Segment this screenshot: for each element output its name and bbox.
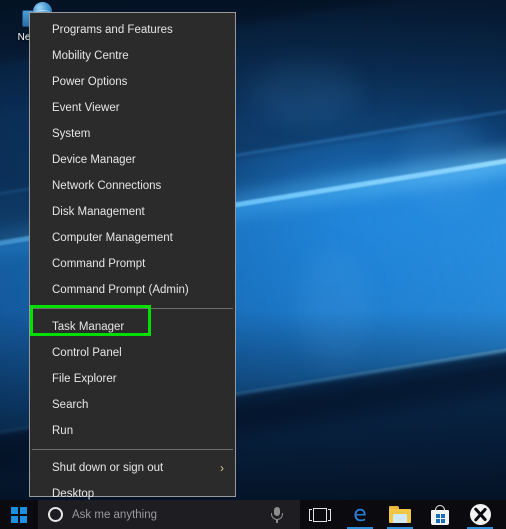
menu-item-label: Command Prompt [52,258,145,270]
windows-desktop-screen: Network Programs and Features Mobility C… [0,0,506,529]
win-x-power-user-menu[interactable]: Programs and Features Mobility Centre Po… [29,12,236,497]
xbox-icon [470,504,491,525]
task-view-icon [309,508,331,522]
folder-icon [389,506,411,523]
menu-item-label: Event Viewer [52,102,120,114]
menu-item-device-manager[interactable]: Device Manager [30,147,235,173]
menu-item-label: Run [52,425,73,437]
menu-item-network-connections[interactable]: Network Connections [30,173,235,199]
menu-item-disk-management[interactable]: Disk Management [30,199,235,225]
menu-item-label: Network Connections [52,180,161,192]
menu-item-shut-down-or-sign-out[interactable]: Shut down or sign out › [30,455,235,481]
chevron-right-icon: › [220,455,224,481]
menu-item-label: Mobility Centre [52,50,129,62]
menu-item-system[interactable]: System [30,121,235,147]
menu-item-label: Shut down or sign out [52,462,163,474]
menu-item-label: Disk Management [52,206,145,218]
menu-item-label: Search [52,399,88,411]
search-input[interactable]: Ask me anything [38,500,300,529]
menu-item-task-manager[interactable]: Task Manager [30,314,235,340]
xbox-button[interactable] [460,500,500,529]
menu-item-search[interactable]: Search [30,392,235,418]
menu-item-computer-management[interactable]: Computer Management [30,225,235,251]
edge-button[interactable]: e [340,500,380,529]
menu-separator [32,449,233,450]
menu-item-label: System [52,128,90,140]
wallpaper-wisp [400,120,490,210]
menu-item-label: Desktop [52,488,94,500]
start-button[interactable] [0,500,38,529]
menu-item-programs-and-features[interactable]: Programs and Features [30,17,235,43]
edge-icon: e [353,504,367,526]
menu-item-label: Task Manager [52,321,124,333]
menu-item-command-prompt[interactable]: Command Prompt [30,251,235,277]
menu-item-label: Power Options [52,76,127,88]
menu-item-mobility-centre[interactable]: Mobility Centre [30,43,235,69]
menu-item-label: File Explorer [52,373,117,385]
search-placeholder: Ask me anything [72,509,269,521]
menu-item-label: Programs and Features [52,24,173,36]
menu-item-label: Control Panel [52,347,122,359]
menu-item-event-viewer[interactable]: Event Viewer [30,95,235,121]
task-view-button[interactable] [300,500,340,529]
menu-item-label: Command Prompt (Admin) [52,284,189,296]
menu-item-run[interactable]: Run [30,418,235,444]
cortana-circle-icon[interactable] [48,507,63,522]
menu-item-label: Device Manager [52,154,136,166]
menu-item-file-explorer[interactable]: File Explorer [30,366,235,392]
menu-item-command-prompt-admin[interactable]: Command Prompt (Admin) [30,277,235,303]
store-bag-icon [431,505,449,525]
menu-item-label: Computer Management [52,232,173,244]
menu-separator [32,308,233,309]
menu-item-power-options[interactable]: Power Options [30,69,235,95]
windows-logo-icon [11,507,27,523]
store-button[interactable] [420,500,460,529]
menu-item-control-panel[interactable]: Control Panel [30,340,235,366]
microphone-icon[interactable] [269,506,285,524]
file-explorer-button[interactable] [380,500,420,529]
taskbar: Ask me anything e [0,500,506,529]
